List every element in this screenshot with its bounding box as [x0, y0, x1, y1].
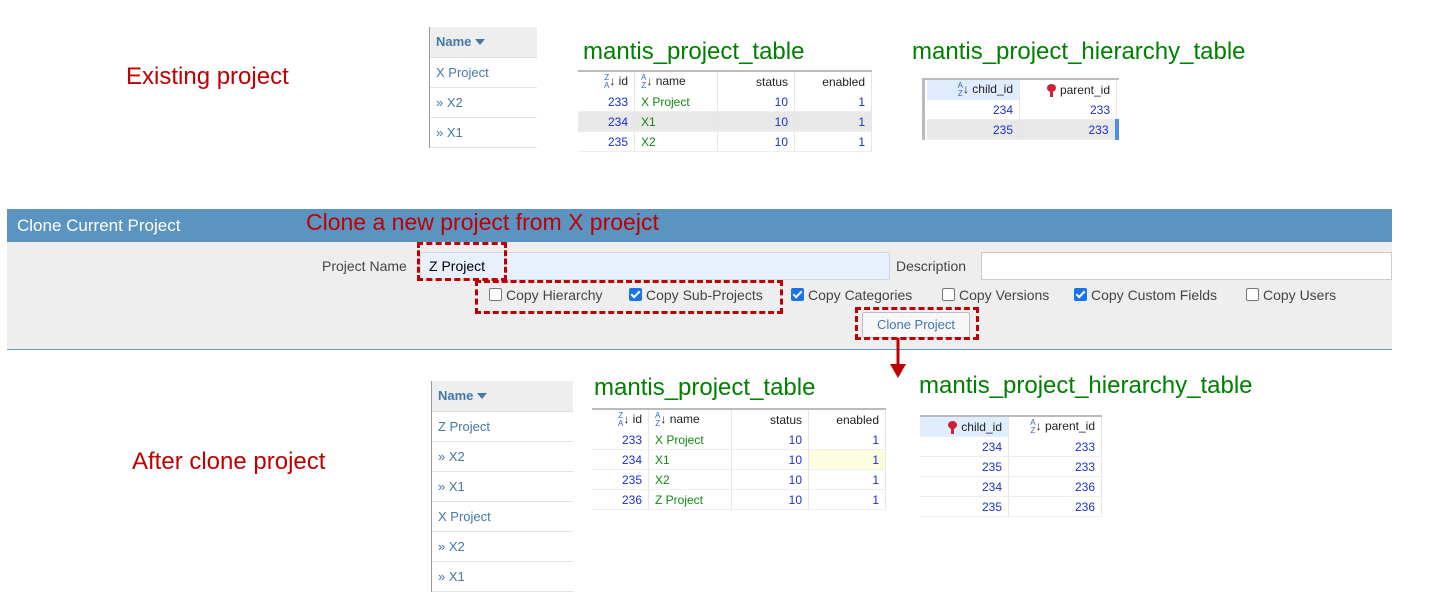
key-icon [1046, 84, 1056, 98]
sort-caret-icon [475, 39, 486, 45]
table-row[interactable]: 233 X Project 10 1 [592, 430, 886, 450]
table-row[interactable]: 234 233 [920, 437, 1102, 457]
top-hierarchy-table: A Z↓ child_id parent_id 234 233 235 233 [922, 78, 1119, 140]
project-name-label: Project Name [322, 258, 407, 274]
list-item[interactable]: » X2 [432, 442, 573, 472]
table-row[interactable]: 235 236 [920, 496, 1102, 517]
sort-asc-icon: AZ [655, 411, 661, 428]
table-row[interactable]: 234 X1 10 1 [578, 111, 872, 132]
copy-sub-projects-checkbox[interactable]: Copy Sub-Projects [629, 287, 763, 303]
col-parent-id-header[interactable]: parent_id [1019, 80, 1117, 100]
bottom-project-table: Z A↓ id A Z↓ name status enabled 233 X Pro… [592, 408, 886, 510]
checkbox-box[interactable] [1246, 288, 1259, 301]
col-parent-id-header[interactable]: A Z↓ parent_id [1008, 417, 1102, 437]
existing-project-label: Existing project [126, 63, 289, 90]
sort-desc-icon: ZA [603, 73, 610, 90]
sort-asc-icon: AZ [957, 81, 963, 98]
col-id-header[interactable]: Z A↓ id [592, 410, 649, 430]
table-row[interactable]: 235 X2 10 1 [592, 469, 886, 490]
after-clone-label: After clone project [132, 448, 326, 475]
col-child-id-header[interactable]: child_id [920, 417, 1009, 437]
checkbox-box[interactable] [1074, 288, 1087, 301]
clone-project-button[interactable]: Clone Project [862, 312, 970, 338]
copy-versions-checkbox[interactable]: Copy Versions [942, 287, 1049, 303]
list-item[interactable]: » X1 [430, 118, 537, 148]
sort-asc-icon: AZ [641, 73, 647, 90]
table-row[interactable]: 235 X2 10 1 [578, 131, 872, 152]
description-input[interactable] [981, 252, 1392, 280]
table-row[interactable]: 235 233 [920, 456, 1102, 477]
table-row[interactable]: 235 233 [927, 119, 1119, 140]
list-item[interactable]: » X1 [432, 472, 573, 502]
col-child-id-header[interactable]: A Z↓ child_id [927, 80, 1020, 100]
list-item[interactable]: » X2 [430, 88, 537, 118]
name-column-header[interactable]: Name [430, 27, 537, 58]
project-name-input[interactable]: Z Project [420, 252, 890, 280]
col-status-header[interactable]: status [731, 410, 809, 430]
list-item[interactable]: X Project [432, 502, 573, 532]
col-name-header[interactable]: A Z↓ name [648, 410, 732, 430]
copy-users-checkbox[interactable]: Copy Users [1246, 287, 1336, 303]
bottom-hierarchy-table-title: mantis_project_hierarchy_table [919, 372, 1253, 399]
panel-title: Clone Current Project [7, 209, 1392, 242]
down-arrow-icon [890, 338, 906, 378]
sort-asc-icon: AZ [1030, 418, 1036, 435]
bottom-hierarchy-table: child_id A Z↓ parent_id 234 233 235 233 2… [920, 415, 1102, 517]
table-row[interactable]: 234 233 [927, 100, 1117, 120]
top-hierarchy-table-title: mantis_project_hierarchy_table [912, 38, 1246, 65]
key-icon [948, 421, 958, 435]
checkbox-box[interactable] [791, 288, 804, 301]
col-status-header[interactable]: status [717, 72, 795, 92]
list-item[interactable]: X Project [430, 58, 537, 88]
description-label: Description [896, 258, 967, 274]
table-row[interactable]: 234 236 [920, 476, 1102, 497]
top-project-name-list: Name X Project » X2 » X1 [429, 27, 537, 148]
bottom-project-name-list: Name Z Project » X2 » X1 X Project » X2 … [431, 381, 573, 592]
table-row[interactable]: 234 X1 10 1 [592, 449, 886, 470]
col-enabled-header[interactable]: enabled [808, 410, 886, 430]
copy-hierarchy-checkbox[interactable]: Copy Hierarchy [489, 287, 602, 303]
copy-categories-checkbox[interactable]: Copy Categories [791, 287, 912, 303]
sort-caret-icon [477, 393, 488, 399]
checkbox-box[interactable] [489, 288, 502, 301]
annotation-text: Clone a new project from X proejct [306, 209, 659, 235]
table-row[interactable]: 233 X Project 10 1 [578, 92, 872, 112]
sort-desc-icon: ZA [617, 411, 624, 428]
list-item[interactable]: Z Project [432, 412, 573, 442]
bottom-project-table-title: mantis_project_table [594, 374, 816, 401]
col-name-header[interactable]: A Z↓ name [634, 72, 718, 92]
list-item[interactable]: » X2 [432, 532, 573, 562]
list-item[interactable]: » X1 [432, 562, 573, 592]
checkbox-box[interactable] [942, 288, 955, 301]
col-enabled-header[interactable]: enabled [794, 72, 872, 92]
top-project-table-title: mantis_project_table [583, 38, 805, 65]
copy-custom-fields-checkbox[interactable]: Copy Custom Fields [1074, 287, 1217, 303]
col-id-header[interactable]: Z A↓ id [578, 72, 635, 92]
table-row[interactable]: 236 Z Project 10 1 [592, 489, 886, 510]
checkbox-box[interactable] [629, 288, 642, 301]
name-column-header[interactable]: Name [432, 381, 573, 412]
top-project-table: Z A↓ id A Z↓ name status enabled 233 X Pro… [578, 70, 872, 152]
